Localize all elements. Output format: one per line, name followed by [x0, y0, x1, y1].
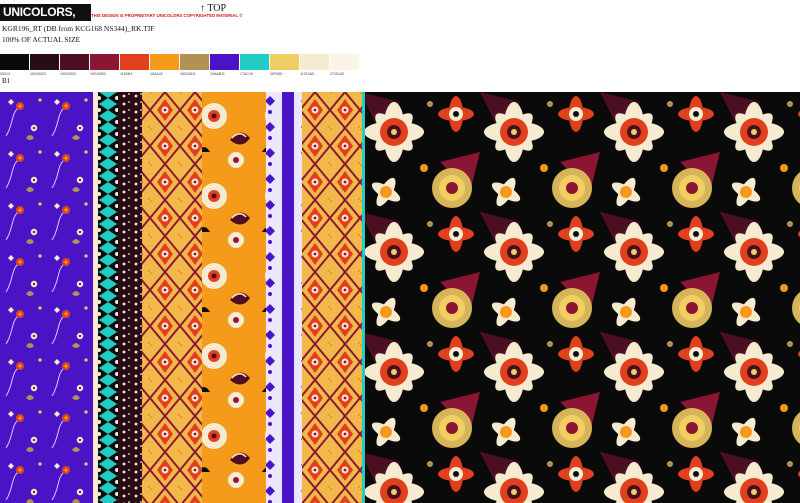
ochre-lattice-band-right — [302, 92, 362, 503]
ochre-lattice-band — [142, 92, 202, 503]
swatch-code: 0001X — [0, 72, 11, 76]
purple-floral-band — [0, 92, 93, 503]
swatch-chip — [210, 54, 239, 70]
swatch-code: 16010811 — [180, 72, 196, 76]
swatch-code: 11010A5 — [300, 72, 315, 76]
teal-divider-line — [362, 92, 365, 503]
swatch-code: 19040802 — [90, 72, 106, 76]
color-swatch: 40FA50 — [270, 54, 299, 76]
swatch-chip — [300, 54, 329, 70]
color-swatch: 19040303 — [30, 54, 59, 76]
color-palette: 0001X 19040303 19020503 19040802 1160N3 15AA4… — [0, 54, 359, 76]
swatch-chip — [150, 54, 179, 70]
color-swatch: 19AAB11 — [210, 54, 239, 76]
color-swatch: 16010811 — [180, 54, 209, 76]
color-swatch: 27101A2 — [330, 54, 359, 76]
blue-white-ornament-band — [266, 92, 302, 503]
copyright-notice: THIS DESIGN IS PROPRIETARY UNICOLORS COP… — [91, 13, 243, 18]
swatch-chip — [240, 54, 269, 70]
swatch-code: 15AA42 — [150, 72, 163, 76]
swatch-chip — [330, 54, 359, 70]
swatch-code: 1160N3 — [120, 72, 133, 76]
swatch-code: 17AC19 — [240, 72, 253, 76]
orange-floral-band — [202, 92, 266, 503]
swatch-code: 19020503 — [60, 72, 76, 76]
swatch-code: 40FA50 — [270, 72, 283, 76]
file-name: KGR196_RT (DB from KCG168 NS344)_RK.TIF — [2, 24, 155, 33]
swatch-code: 19040303 — [30, 72, 46, 76]
dotted-maroon-band — [118, 92, 142, 503]
white-beaded-border — [93, 92, 98, 503]
swatch-code: 27101A2 — [330, 72, 345, 76]
swatch-chip — [180, 54, 209, 70]
color-swatch: 11010A5 — [300, 54, 329, 76]
color-swatch: 1160N3 — [120, 54, 149, 76]
color-swatch: 0001X — [0, 54, 29, 76]
teal-diamond-band — [98, 92, 118, 503]
swatch-chip — [60, 54, 89, 70]
swatch-code: 19AAB11 — [210, 72, 225, 76]
swatch-chip — [0, 54, 29, 70]
variant-label: B1 — [2, 77, 11, 85]
large-floral-panel — [365, 92, 800, 503]
scale-label: 100% OF ACTUAL SIZE — [2, 35, 81, 44]
unicolors-logo: UNICOLORS, INC. — [0, 4, 91, 36]
textile-print-artwork — [0, 92, 800, 503]
swatch-chip — [30, 54, 59, 70]
color-swatch: 15AA42 — [150, 54, 179, 76]
swatch-chip — [270, 54, 299, 70]
color-swatch: 17AC19 — [240, 54, 269, 76]
color-swatch: 19020503 — [60, 54, 89, 76]
swatch-chip — [90, 54, 119, 70]
swatch-chip — [120, 54, 149, 70]
color-swatch: 19040802 — [90, 54, 119, 76]
